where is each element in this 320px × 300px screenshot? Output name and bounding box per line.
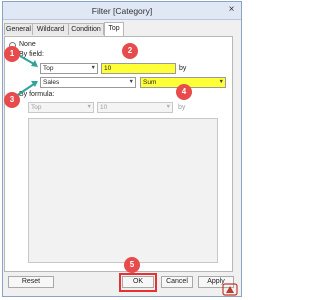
callout-3: 3 [4, 92, 20, 108]
callout-5: 5 [124, 257, 140, 273]
callout-1: 1 [4, 46, 20, 62]
callout-2: 2 [122, 43, 138, 59]
annotation-arrows [15, 55, 38, 97]
watermark-logo [222, 283, 238, 296]
arrow-3 [15, 83, 35, 97]
callout-4: 4 [176, 84, 192, 100]
arrow-1 [19, 55, 35, 65]
